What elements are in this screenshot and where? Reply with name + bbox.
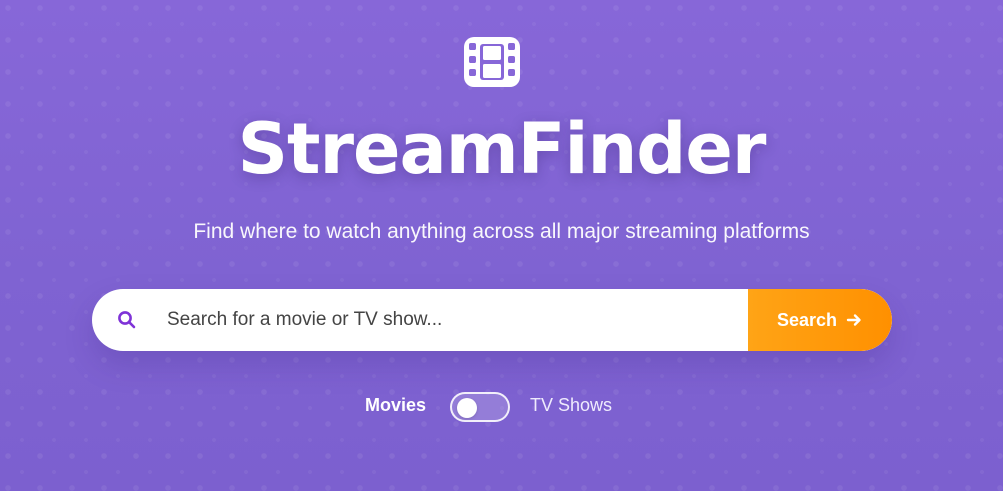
hero-subtitle: Find where to watch anything across all …	[193, 220, 810, 243]
tv-shows-label[interactable]: TV Shows	[530, 395, 612, 416]
media-type-toggle-row: Movies TV Shows	[0, 392, 1003, 422]
movies-label[interactable]: Movies	[365, 395, 426, 416]
search-button[interactable]: Search	[748, 289, 892, 351]
media-type-toggle[interactable]	[450, 392, 510, 422]
toggle-knob	[457, 398, 477, 418]
search-button-label: Search	[776, 309, 838, 330]
search-icon	[116, 309, 138, 331]
brand-title: StreamFinder	[237, 108, 767, 190]
search-bar: Search	[92, 289, 892, 351]
arrow-right-icon	[845, 311, 863, 329]
hero-section: StreamFinder Find where to watch anythin…	[0, 0, 1003, 491]
film-icon	[463, 36, 521, 88]
search-input[interactable]	[167, 289, 817, 351]
